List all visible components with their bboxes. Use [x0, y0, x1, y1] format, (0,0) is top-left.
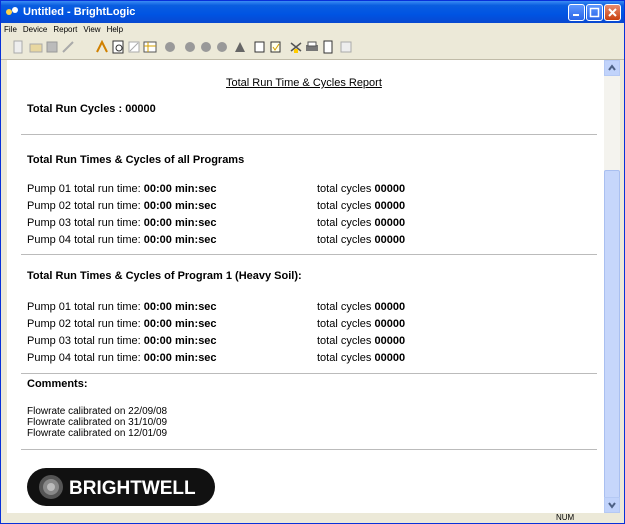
list-item-cycles: total cycles 00000 [317, 183, 406, 195]
copy-icon[interactable] [253, 40, 267, 54]
print-icon[interactable] [289, 40, 303, 54]
preview-icon[interactable] [111, 40, 125, 54]
menu-file[interactable]: File [1, 23, 20, 37]
section-program1-heading: Total Run Times & Cycles of Program 1 (H… [27, 270, 302, 282]
save-icon[interactable] [45, 40, 59, 54]
menu-bar: File Device Report View Help [1, 23, 624, 37]
list-item-cycles: total cycles 00000 [317, 352, 406, 364]
page-icon[interactable] [305, 40, 319, 54]
pump3-icon[interactable] [199, 40, 213, 54]
doc-icon[interactable] [233, 40, 247, 54]
list-item-cycles: total cycles 00000 [317, 200, 406, 212]
brightwell-logo: BRIGHTWELL [27, 468, 215, 506]
app-icon [6, 7, 18, 15]
tool-icon[interactable] [61, 40, 75, 54]
divider [21, 449, 597, 450]
minimize-button[interactable] [568, 4, 585, 21]
menu-help[interactable]: Help [104, 23, 126, 37]
window-title: Untitled - BrightLogic [23, 6, 136, 18]
grid-icon[interactable] [143, 40, 157, 54]
status-bar: NUM [1, 513, 624, 523]
scroll-up-button[interactable] [604, 60, 620, 76]
pump-icon[interactable] [163, 40, 177, 54]
menu-report[interactable]: Report [50, 23, 80, 37]
list-item: Pump 02 total run time: 00:00 min:sec [27, 200, 217, 212]
menu-view[interactable]: View [80, 23, 103, 37]
list-item: Pump 04 total run time: 00:00 min:sec [27, 234, 217, 246]
vertical-scrollbar[interactable] [604, 60, 620, 513]
connect-icon[interactable] [95, 40, 109, 54]
num-lock-indicator: NUM [556, 513, 575, 522]
title-bar[interactable]: Untitled - BrightLogic [1, 1, 624, 23]
section-all-programs-heading: Total Run Times & Cycles of all Programs [27, 154, 245, 166]
report-title: Total Run Time & Cycles Report [226, 77, 382, 89]
maximize-button[interactable] [586, 4, 603, 21]
list-item: Pump 02 total run time: 00:00 min:sec [27, 318, 217, 330]
list-item: Pump 01 total run time: 00:00 min:sec [27, 301, 217, 313]
list-item: Pump 01 total run time: 00:00 min:sec [27, 183, 217, 195]
pump4-icon[interactable] [215, 40, 229, 54]
comment-line: Flowrate calibrated on 12/01/09 [27, 428, 168, 439]
scroll-down-button[interactable] [604, 497, 620, 513]
toolbar [1, 37, 624, 60]
list-item-cycles: total cycles 00000 [317, 301, 406, 313]
open-icon[interactable] [29, 40, 43, 54]
pump2-icon[interactable] [183, 40, 197, 54]
list-item-cycles: total cycles 00000 [317, 318, 406, 330]
list-item-cycles: total cycles 00000 [317, 335, 406, 347]
comment-line: Flowrate calibrated on 31/10/09 [27, 417, 168, 428]
svg-text:BRIGHTWELL: BRIGHTWELL [69, 478, 196, 499]
edit-icon[interactable] [127, 40, 141, 54]
list-item: Pump 04 total run time: 00:00 min:sec [27, 352, 217, 364]
list-item: Pump 03 total run time: 00:00 min:sec [27, 335, 217, 347]
divider [21, 134, 597, 135]
list-item: Pump 03 total run time: 00:00 min:sec [27, 217, 217, 229]
app-window: Untitled - BrightLogic File Device Report V… [0, 0, 625, 524]
list-item-cycles: total cycles 00000 [317, 234, 406, 246]
blank-page-icon[interactable] [321, 40, 335, 54]
comment-line: Flowrate calibrated on 22/09/08 [27, 406, 168, 417]
scroll-thumb[interactable] [604, 170, 620, 500]
report-document: Total Run Time & Cycles Report Total Run… [7, 60, 604, 513]
divider [21, 373, 597, 374]
list-item-cycles: total cycles 00000 [317, 217, 406, 229]
close-button[interactable] [604, 4, 621, 21]
menu-device[interactable]: Device [20, 23, 50, 37]
divider [21, 254, 597, 255]
new-icon[interactable] [11, 40, 25, 54]
help-icon[interactable] [339, 40, 353, 54]
total-run-cycles: Total Run Cycles : 00000 [27, 103, 156, 115]
check-icon[interactable] [269, 40, 283, 54]
comments-heading: Comments: [27, 378, 88, 390]
